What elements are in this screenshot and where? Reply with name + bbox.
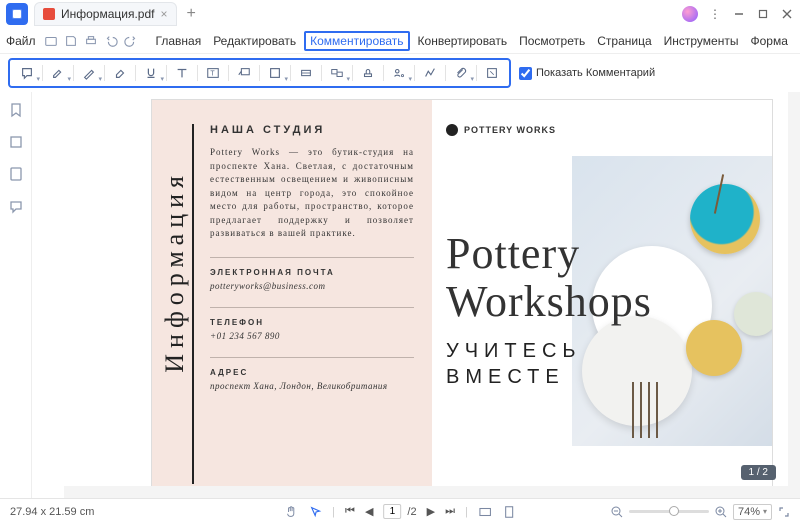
attachments-panel-icon[interactable] xyxy=(8,166,24,182)
kebab-menu-icon[interactable]: ⋮ xyxy=(708,7,722,21)
minimize-button[interactable] xyxy=(732,7,746,21)
callout-tool[interactable] xyxy=(233,63,255,83)
page-dimensions: 27.94 x 21.59 cm xyxy=(10,506,94,518)
menu-convert[interactable]: Конвертировать xyxy=(414,31,512,51)
zoom-out-icon[interactable] xyxy=(611,506,623,518)
menu-protect[interactable]: Защитить xyxy=(796,31,800,51)
document-tab[interactable]: Информация.pdf × xyxy=(34,2,177,26)
menu-tools[interactable]: Инструменты xyxy=(660,31,743,51)
menu-edit[interactable]: Редактировать xyxy=(209,31,300,51)
headline-1: Pottery xyxy=(446,228,580,279)
print-icon[interactable] xyxy=(84,34,98,48)
comments-panel-icon[interactable] xyxy=(8,198,24,214)
page-left-panel: Информация НАША СТУДИЯ Pottery Works — э… xyxy=(152,100,432,498)
hide-tool[interactable] xyxy=(481,63,503,83)
select-tool-icon[interactable] xyxy=(308,505,322,519)
caret-tool[interactable] xyxy=(295,63,317,83)
left-sidebar xyxy=(0,92,32,498)
highlight-tool[interactable]: ▾ xyxy=(47,63,69,83)
fullscreen-icon[interactable] xyxy=(778,506,790,518)
close-button[interactable] xyxy=(780,7,794,21)
area-tool[interactable] xyxy=(419,63,441,83)
stamp-tool[interactable] xyxy=(357,63,379,83)
email-heading: ЭЛЕКТРОННАЯ ПОЧТА xyxy=(210,268,414,277)
email-value: potteryworks@business.com xyxy=(210,281,414,291)
attachment-tool[interactable]: ▾ xyxy=(450,63,472,83)
menu-page[interactable]: Страница xyxy=(593,31,655,51)
prev-page-icon[interactable]: ◀ xyxy=(365,505,373,518)
svg-text:T: T xyxy=(210,71,215,78)
show-comments-toggle[interactable]: Показать Комментарий xyxy=(519,67,655,80)
menu-file[interactable]: Файл xyxy=(6,34,36,48)
phone-heading: ТЕЛЕФОН xyxy=(210,318,414,327)
note-tool[interactable]: ▾ xyxy=(16,63,38,83)
vertical-scrollbar[interactable] xyxy=(788,92,800,498)
main-area: Информация НАША СТУДИЯ Pottery Works — э… xyxy=(0,92,800,498)
menu-bar: Файл Главная Редактировать Комментироват… xyxy=(0,28,800,54)
menu-tabs: Главная Редактировать Комментировать Кон… xyxy=(152,31,800,51)
menu-comment[interactable]: Комментировать xyxy=(304,31,409,51)
comment-toolbar: ▾ ▾ ▾ ▾ T ▾ ▾ ▾ ▾ Показать Комментарий xyxy=(0,54,800,92)
vertical-title: Информация xyxy=(160,170,190,373)
first-page-icon[interactable]: ⏮ xyxy=(345,505,355,518)
hand-tool-icon[interactable] xyxy=(284,505,298,519)
show-comments-label: Показать Комментарий xyxy=(536,67,655,79)
pdf-page: Информация НАША СТУДИЯ Pottery Works — э… xyxy=(152,100,772,498)
page-nav: /2 xyxy=(383,504,416,519)
menu-view[interactable]: Посмотреть xyxy=(515,31,589,51)
studio-heading: НАША СТУДИЯ xyxy=(210,124,414,136)
studio-body: Pottery Works — это бутик-студия на прос… xyxy=(210,146,414,241)
shape-tool[interactable]: ▾ xyxy=(264,63,286,83)
address-value: проспект Хана, Лондон, Великобритания xyxy=(210,381,414,391)
comment-tools-group: ▾ ▾ ▾ ▾ T ▾ ▾ ▾ ▾ xyxy=(8,58,511,88)
next-page-icon[interactable]: ▶ xyxy=(427,505,435,518)
redo-icon[interactable] xyxy=(124,34,138,48)
tab-close-icon[interactable]: × xyxy=(161,7,168,21)
zoom-in-icon[interactable] xyxy=(715,506,727,518)
page-right-panel: POTTERY WORKS Pottery Workshops УЧИТЕСЬВ… xyxy=(432,100,772,498)
last-page-icon[interactable]: ⏭ xyxy=(445,505,455,518)
textbox-tool[interactable]: T xyxy=(202,63,224,83)
page-number-input[interactable] xyxy=(383,504,401,519)
fit-page-icon[interactable] xyxy=(502,505,516,519)
address-heading: АДРЕС xyxy=(210,368,414,377)
headline-2: Workshops xyxy=(446,276,652,327)
underline-tool[interactable]: ▾ xyxy=(140,63,162,83)
brand-text: POTTERY WORKS xyxy=(464,125,556,135)
menu-home[interactable]: Главная xyxy=(152,31,206,51)
maximize-button[interactable] xyxy=(756,7,770,21)
thumbnails-panel-icon[interactable] xyxy=(8,134,24,150)
app-logo xyxy=(6,3,28,25)
document-canvas[interactable]: Информация НАША СТУДИЯ Pottery Works — э… xyxy=(32,92,800,498)
page-total: /2 xyxy=(407,506,416,518)
horizontal-scrollbar[interactable] xyxy=(64,486,788,498)
zoom-slider[interactable] xyxy=(629,510,709,513)
subheadline: УЧИТЕСЬВМЕСТЕ xyxy=(446,338,582,390)
save-icon[interactable] xyxy=(64,34,78,48)
menu-form[interactable]: Форма xyxy=(746,31,791,51)
undo-icon[interactable] xyxy=(104,34,118,48)
status-bar: 27.94 x 21.59 cm | ⏮ ◀ /2 ▶ ⏭ | 74%▾ xyxy=(0,498,800,524)
vertical-rule xyxy=(192,124,194,484)
new-tab-button[interactable]: + xyxy=(187,5,196,23)
pdf-file-icon xyxy=(43,8,55,20)
page-indicator-badge: 1 / 2 xyxy=(741,465,776,480)
pencil-tool[interactable]: ▾ xyxy=(78,63,100,83)
brand-logo-icon xyxy=(446,124,458,136)
eraser-tool[interactable] xyxy=(109,63,131,83)
text-tool[interactable] xyxy=(171,63,193,83)
replace-tool[interactable]: ▾ xyxy=(326,63,348,83)
open-icon[interactable] xyxy=(44,34,58,48)
brand-mark: POTTERY WORKS xyxy=(446,124,758,136)
phone-value: +01 234 567 890 xyxy=(210,331,414,341)
signature-tool[interactable]: ▾ xyxy=(388,63,410,83)
fit-width-icon[interactable] xyxy=(478,505,492,519)
zoom-value[interactable]: 74%▾ xyxy=(733,504,772,520)
title-bar: Информация.pdf × + ⋮ xyxy=(0,0,800,28)
bookmark-panel-icon[interactable] xyxy=(8,102,24,118)
show-comments-checkbox[interactable] xyxy=(519,67,532,80)
tab-title: Информация.pdf xyxy=(61,7,155,21)
ai-assistant-icon[interactable] xyxy=(682,6,698,22)
